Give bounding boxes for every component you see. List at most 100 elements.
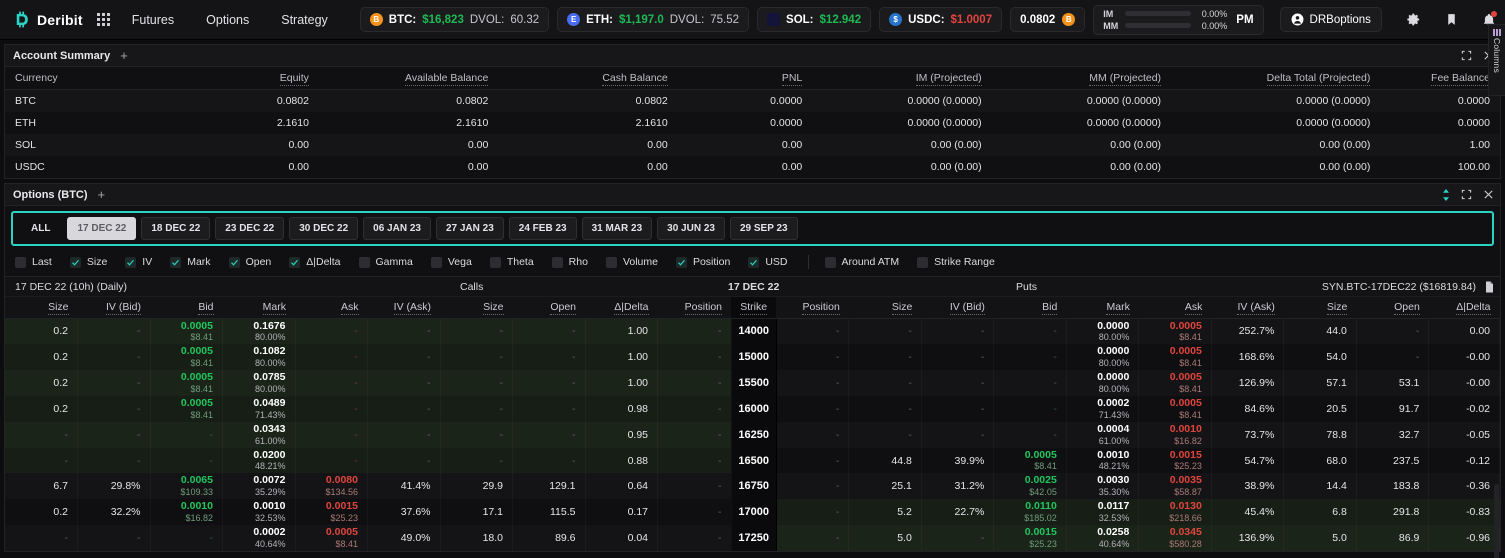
call-col-iv-bid-1[interactable]: IV (Bid) (78, 297, 151, 318)
document-icon[interactable] (1485, 281, 1494, 292)
put-iv-ask[interactable]: 136.9% (1211, 525, 1284, 551)
deribit-logo[interactable]: Deribit (12, 10, 83, 29)
put-position[interactable]: - (776, 318, 849, 344)
put-ask[interactable]: 0.0345$580.28 (1139, 525, 1212, 551)
columns-side-tab[interactable]: Columns (1488, 24, 1505, 96)
put-col-open-8[interactable]: Open (1356, 297, 1429, 318)
put-iv-ask[interactable]: 84.6% (1211, 396, 1284, 422)
call-col-position-9[interactable]: Position (658, 297, 732, 318)
expiry-tab-24-feb-23[interactable]: 24 FEB 23 (509, 217, 577, 240)
toggle-gamma[interactable]: Gamma (359, 256, 413, 268)
put-col-iv-ask-6[interactable]: IV (Ask) (1211, 297, 1284, 318)
put-size[interactable]: 44.8 (849, 448, 922, 474)
put-ask[interactable]: 0.0130$218.66 (1139, 499, 1212, 525)
call-open[interactable]: - (513, 448, 586, 474)
user-account-chip[interactable]: DRBoptions (1280, 7, 1382, 32)
call-bid[interactable]: - (150, 448, 223, 474)
add-panel-button[interactable]: + (120, 49, 128, 62)
call-mark[interactable]: 0.078580.00% (223, 370, 296, 396)
call-open[interactable]: 115.5 (513, 499, 586, 525)
ticker-usdc[interactable]: $ USDC: $1.0007 (879, 7, 1002, 32)
put-position[interactable]: - (776, 422, 849, 448)
put-mark[interactable]: 0.000461.00% (1066, 422, 1139, 448)
call-ask[interactable]: - (295, 370, 368, 396)
expiry-tab-18-dec-22[interactable]: 18 DEC 22 (141, 217, 210, 240)
put-bid[interactable]: - (994, 422, 1067, 448)
put-size-ask[interactable]: 78.8 (1284, 422, 1357, 448)
call-iv-ask[interactable]: 37.6% (368, 499, 441, 525)
call-ask[interactable]: - (295, 318, 368, 344)
call-iv-ask[interactable]: - (368, 370, 441, 396)
call-mark[interactable]: 0.007235.29% (223, 473, 296, 499)
put-delta[interactable]: -0.02 (1429, 396, 1500, 422)
put-bid[interactable]: 0.0025$42.05 (994, 473, 1067, 499)
expiry-tab-06-jan-23[interactable]: 06 JAN 23 (363, 217, 431, 240)
put-iv-ask[interactable]: 45.4% (1211, 499, 1284, 525)
call-iv-ask[interactable]: 41.4% (368, 473, 441, 499)
table-row[interactable]: ---0.000240.64%0.0005$8.4149.0%18.089.60… (5, 525, 1500, 551)
call-col-iv-ask-5[interactable]: IV (Ask) (368, 297, 441, 318)
toggle-rho[interactable]: Rho (552, 256, 588, 268)
call-iv-bid[interactable]: - (78, 525, 151, 551)
table-row[interactable]: SOL0.000.000.000.000.00 (0.00)0.00 (0.00… (5, 134, 1500, 156)
call-position[interactable]: - (658, 473, 732, 499)
call-open[interactable]: - (513, 422, 586, 448)
put-col-size-7[interactable]: Size (1284, 297, 1357, 318)
put-open[interactable]: 183.8 (1356, 473, 1429, 499)
put-iv-ask[interactable]: 54.7% (1211, 448, 1284, 474)
call-open[interactable]: 129.1 (513, 473, 586, 499)
put-open[interactable]: 53.1 (1356, 370, 1429, 396)
call-open[interactable]: - (513, 318, 586, 344)
put-open[interactable]: 86.9 (1356, 525, 1429, 551)
call-iv-bid[interactable]: - (78, 344, 151, 370)
strike-col-header[interactable]: Strike (731, 297, 776, 318)
put-iv-ask[interactable]: 38.9% (1211, 473, 1284, 499)
put-col-position-0[interactable]: Position (776, 297, 849, 318)
put-size-ask[interactable]: 20.5 (1284, 396, 1357, 422)
put-size[interactable]: - (849, 422, 922, 448)
toggle-usd[interactable]: USD (748, 256, 787, 268)
expand-icon[interactable] (1461, 50, 1472, 61)
put-mark[interactable]: 0.025840.64% (1066, 525, 1139, 551)
put-ask[interactable]: 0.0010$16.82 (1139, 422, 1212, 448)
put-bid[interactable]: 0.0015$25.23 (994, 525, 1067, 551)
call-size[interactable]: - (5, 422, 78, 448)
call-mark[interactable]: 0.034361.00% (223, 422, 296, 448)
call-col-delta-8[interactable]: Δ|Delta (585, 297, 658, 318)
toggle-vega[interactable]: Vega (431, 256, 472, 268)
put-col-iv-bid-2[interactable]: IV (Bid) (921, 297, 994, 318)
call-size-ask[interactable]: 29.9 (440, 473, 513, 499)
put-iv-bid[interactable]: - (921, 422, 994, 448)
call-open[interactable]: - (513, 396, 586, 422)
ticker-eth[interactable]: E ETH: $1,197.0 DVOL: 75.52 (557, 7, 749, 32)
toggle-strike-range[interactable]: Strike Range (917, 256, 995, 268)
put-ask[interactable]: 0.0035$58.87 (1139, 473, 1212, 499)
put-bid[interactable]: 0.0005$8.41 (994, 448, 1067, 474)
call-position[interactable]: - (658, 396, 732, 422)
put-delta[interactable]: -0.05 (1429, 422, 1500, 448)
app-grid-icon[interactable] (97, 13, 110, 26)
put-mark[interactable]: 0.003035.30% (1066, 473, 1139, 499)
put-mark[interactable]: 0.000080.00% (1066, 344, 1139, 370)
put-position[interactable]: - (776, 448, 849, 474)
table-row[interactable]: ETH2.16102.16102.16100.00000.0000 (0.000… (5, 112, 1500, 134)
call-ask[interactable]: 0.0005$8.41 (295, 525, 368, 551)
call-col-size-6[interactable]: Size (440, 297, 513, 318)
call-iv-ask[interactable]: - (368, 422, 441, 448)
call-col-bid-2[interactable]: Bid (150, 297, 223, 318)
call-bid[interactable]: - (150, 525, 223, 551)
put-size[interactable]: 5.0 (849, 525, 922, 551)
toggle-last[interactable]: Last (15, 256, 52, 268)
toggle-delta[interactable]: Δ|Delta (289, 256, 340, 268)
call-size-ask[interactable]: 17.1 (440, 499, 513, 525)
call-position[interactable]: - (658, 499, 732, 525)
put-mark[interactable]: 0.001048.21% (1066, 448, 1139, 474)
table-row[interactable]: BTC0.08020.08020.08020.00000.0000 (0.000… (5, 90, 1500, 113)
put-delta[interactable]: -0.00 (1429, 370, 1500, 396)
put-iv-bid[interactable]: 22.7% (921, 499, 994, 525)
put-delta[interactable]: -0.83 (1429, 499, 1500, 525)
nav-link-options[interactable]: Options (206, 13, 249, 27)
put-col-mark-4[interactable]: Mark (1066, 297, 1139, 318)
table-row[interactable]: 0.2-0.0005$8.410.167680.00%----1.00-1400… (5, 318, 1500, 344)
put-ask[interactable]: 0.0005$8.41 (1139, 344, 1212, 370)
